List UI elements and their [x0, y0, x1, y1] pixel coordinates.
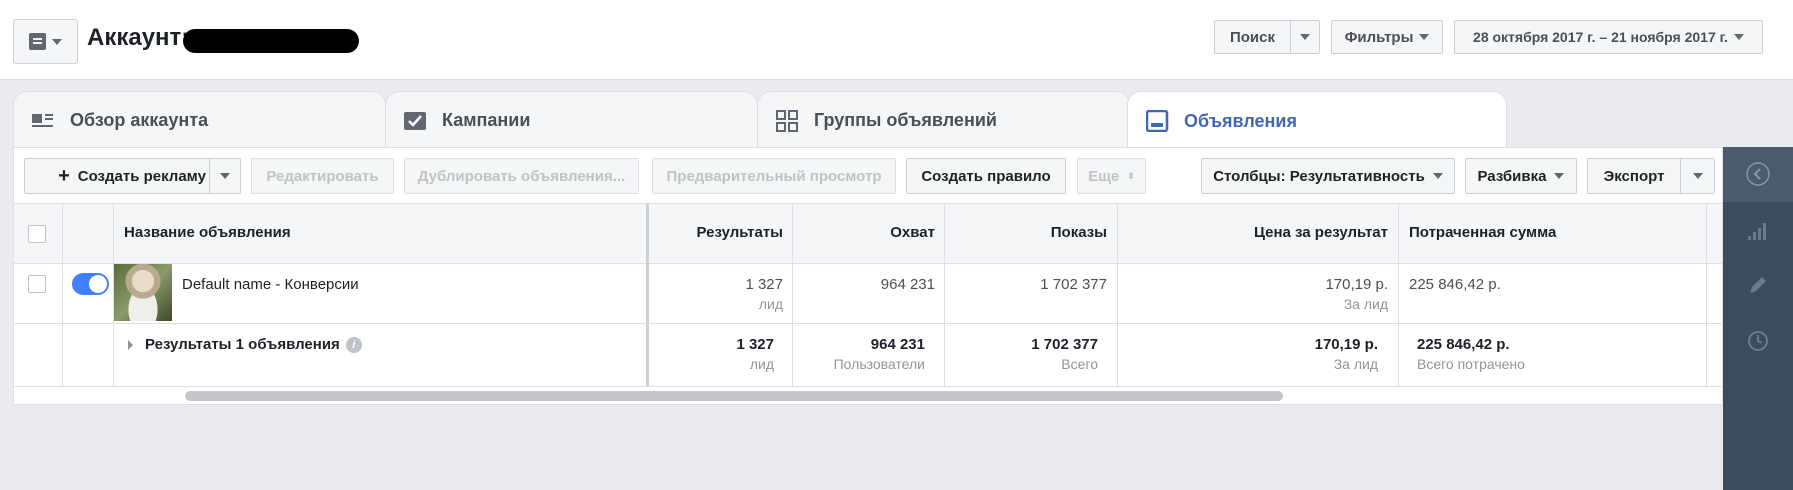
column-divider	[792, 203, 793, 387]
date-range-label: 28 октября 2017 г. – 21 ноября 2017 г.	[1473, 29, 1728, 45]
summary-impressions-unit: Всего	[1061, 356, 1098, 372]
column-header-reach[interactable]: Охват	[800, 224, 935, 241]
chevron-down-icon	[1432, 173, 1443, 179]
summary-amount-spent-unit: Всего потрачено	[1417, 356, 1525, 372]
column-divider	[1706, 203, 1707, 387]
summary-cost-per-result-unit: За лид	[1333, 356, 1378, 372]
search-button[interactable]: Поиск	[1214, 20, 1291, 54]
column-resize-handle[interactable]	[646, 203, 649, 387]
preview-label: Предварительный просмотр	[666, 167, 882, 185]
column-header-results[interactable]: Результаты	[652, 224, 783, 241]
results-value: 1 327	[745, 276, 783, 293]
pencil-icon[interactable]	[1745, 272, 1771, 298]
account-name-redacted	[183, 29, 359, 53]
summary-cost-per-result-value: 170,19 р.	[1314, 336, 1378, 353]
column-divider	[1398, 203, 1399, 387]
adsets-grid-icon	[776, 109, 800, 132]
chevron-down-icon	[1692, 173, 1703, 179]
create-ad-button[interactable]: + Создать рекламу	[24, 158, 240, 194]
chart-bars-icon[interactable]	[1745, 218, 1771, 244]
create-ad-dropdown-button[interactable]	[209, 158, 241, 194]
filters-button-label: Фильтры	[1344, 28, 1414, 46]
cost-per-result-unit: За лид	[1343, 296, 1388, 312]
chevron-down-icon	[1300, 34, 1310, 40]
tab-adsets[interactable]: Группы объявлений	[757, 91, 1130, 149]
duplicate-label: Дублировать объявления...	[417, 167, 626, 185]
more-label: Еще	[1088, 167, 1120, 185]
ads-icon	[1145, 109, 1170, 133]
row-divider	[14, 323, 1722, 324]
select-all-checkbox[interactable]	[28, 225, 46, 243]
column-header-amount-spent[interactable]: Потраченная сумма	[1409, 224, 1556, 241]
column-header-ad-name[interactable]: Название объявления	[124, 224, 291, 241]
summary-row-label[interactable]: Результаты 1 объявления i	[128, 336, 362, 354]
tab-campaigns[interactable]: Кампании	[385, 91, 758, 149]
plus-icon: +	[58, 164, 70, 187]
export-button[interactable]: Экспорт	[1587, 158, 1681, 194]
summary-results-unit: лид	[749, 356, 774, 372]
columns-label: Столбцы: Результативность	[1213, 167, 1425, 185]
ad-name[interactable]: Default name - Конверсии	[182, 276, 359, 293]
summary-reach-unit: Пользователи	[833, 356, 925, 372]
chevron-down-icon	[220, 173, 230, 179]
account-overview-icon	[32, 110, 56, 132]
amount-spent-value: 225 846,42 р.	[1409, 276, 1501, 293]
column-header-cost-per-result[interactable]: Цена за результат	[1125, 224, 1388, 241]
breakdown-button[interactable]: Разбивка	[1465, 158, 1577, 194]
expand-arrow-icon	[128, 340, 133, 351]
impressions-value: 1 702 377	[1040, 276, 1107, 293]
create-rule-label: Создать правило	[921, 167, 1051, 185]
collapse-chevron-icon[interactable]	[1745, 161, 1771, 187]
chevron-down-icon	[1554, 173, 1565, 179]
column-divider	[1117, 203, 1118, 387]
row-checkbox[interactable]	[28, 275, 46, 293]
export-dropdown-button[interactable]	[1680, 158, 1715, 194]
duplicate-ads-button[interactable]: Дублировать объявления...	[404, 158, 639, 194]
search-dropdown-button[interactable]	[1290, 20, 1320, 54]
ads-manager-menu-button[interactable]	[13, 19, 78, 64]
breakdown-label: Разбивка	[1477, 167, 1547, 185]
summary-amount-spent-value: 225 846,42 р.	[1417, 336, 1510, 353]
summary-label-text: Результаты 1 объявления	[145, 336, 340, 353]
chevron-down-icon	[1419, 34, 1430, 40]
tab-account-overview[interactable]: Обзор аккаунта	[13, 91, 386, 149]
clock-history-icon[interactable]	[1745, 328, 1771, 354]
sort-icon: ⬍	[1127, 170, 1135, 181]
filters-button[interactable]: Фильтры	[1331, 20, 1443, 54]
tab-label: Группы объявлений	[814, 110, 997, 130]
summary-reach-value: 964 231	[870, 336, 925, 353]
edit-button[interactable]: Редактировать	[251, 158, 394, 194]
summary-impressions-value: 1 702 377	[1031, 336, 1098, 353]
tab-ads[interactable]: Объявления	[1127, 91, 1507, 150]
column-divider	[62, 203, 63, 387]
tab-label: Кампании	[442, 110, 531, 130]
account-title: Аккаунт:	[87, 24, 190, 51]
create-ad-label: Создать рекламу	[77, 167, 206, 185]
info-icon[interactable]: i	[345, 337, 362, 354]
chevron-down-icon	[1733, 34, 1744, 40]
edit-label: Редактировать	[266, 167, 379, 185]
tab-label: Объявления	[1184, 110, 1297, 131]
preview-button[interactable]: Предварительный просмотр	[652, 158, 896, 194]
column-divider	[944, 203, 945, 387]
ads-manager-icon	[29, 33, 46, 50]
more-button[interactable]: Еще ⬍	[1077, 158, 1146, 194]
tab-label: Обзор аккаунта	[70, 110, 209, 130]
summary-results-value: 1 327	[736, 336, 774, 353]
ad-status-toggle[interactable]	[72, 273, 109, 295]
search-button-label: Поиск	[1229, 28, 1275, 46]
date-range-picker[interactable]: 28 октября 2017 г. – 21 ноября 2017 г.	[1454, 20, 1763, 54]
campaigns-check-icon	[404, 110, 428, 132]
row-divider	[14, 386, 1722, 387]
cost-per-result-value: 170,19 р.	[1325, 276, 1388, 293]
ad-thumbnail[interactable]	[114, 264, 172, 321]
columns-button[interactable]: Столбцы: Результативность	[1201, 158, 1455, 194]
reach-value: 964 231	[880, 276, 935, 293]
export-label: Экспорт	[1603, 167, 1665, 185]
chevron-down-icon	[52, 38, 62, 45]
horizontal-scrollbar[interactable]	[185, 391, 1283, 401]
create-rule-button[interactable]: Создать правило	[906, 158, 1066, 194]
column-header-impressions[interactable]: Показы	[950, 224, 1107, 241]
results-unit: лид	[758, 296, 783, 312]
